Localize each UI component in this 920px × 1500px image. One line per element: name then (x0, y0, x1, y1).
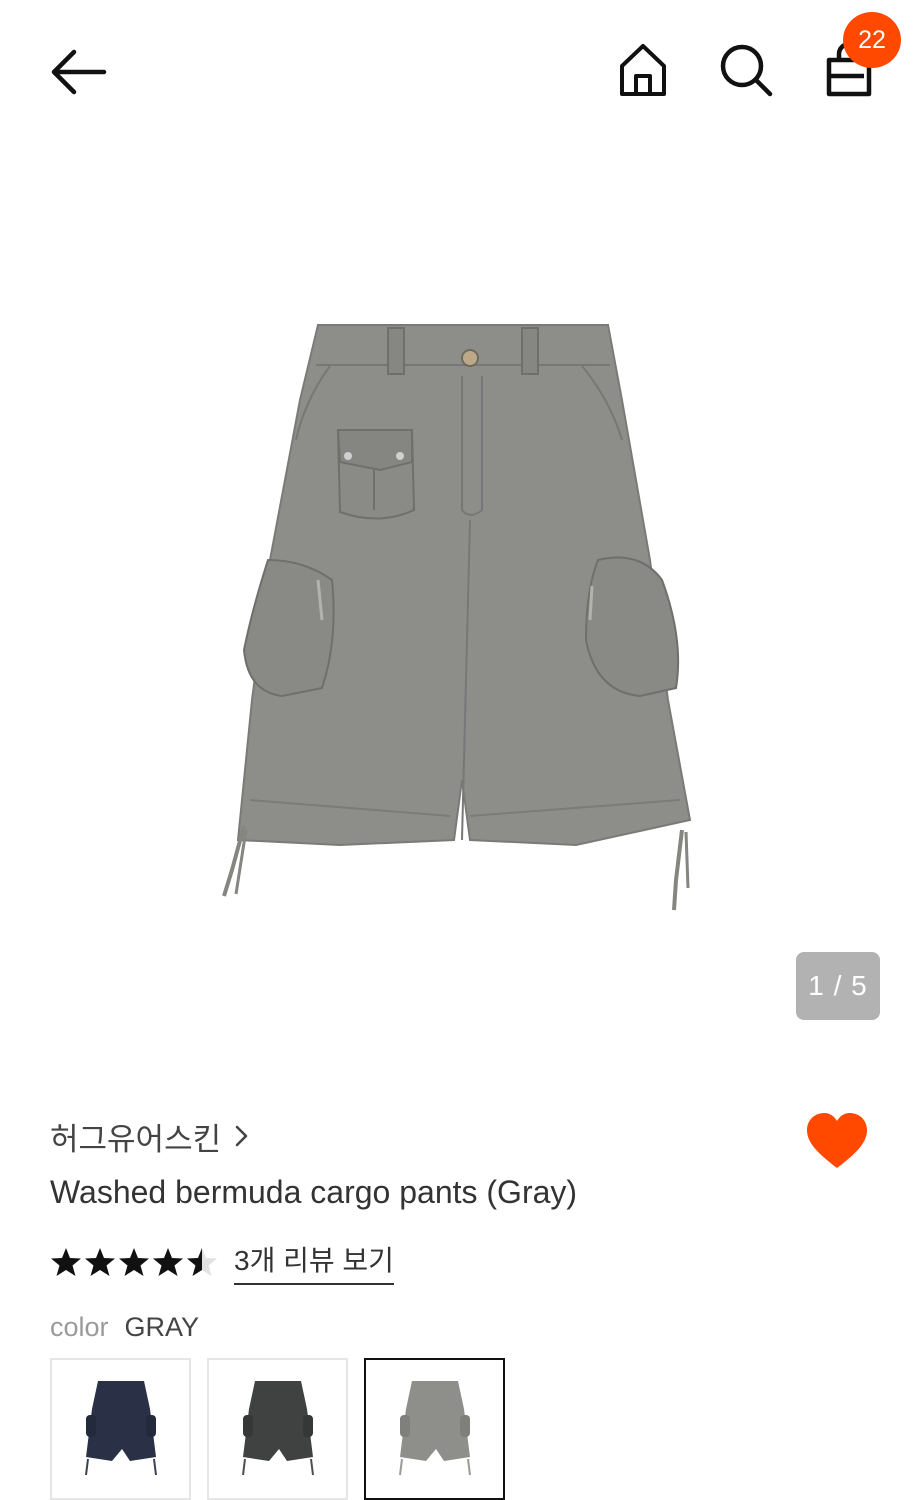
color-selected-value: GRAY (124, 1312, 200, 1342)
image-page-counter: 1 / 5 (796, 952, 880, 1020)
top-bar: 22 (0, 0, 920, 140)
home-icon (620, 44, 666, 96)
star-icon (153, 1248, 183, 1276)
product-thumbnail (84, 1381, 157, 1476)
search-button[interactable] (716, 40, 776, 100)
color-swatch-charcoal[interactable] (207, 1358, 348, 1500)
product-title: Washed bermuda cargo pants (Gray) (50, 1174, 578, 1210)
product-thumbnail (398, 1381, 471, 1476)
reviews-link[interactable]: 3개 리뷰 보기 (234, 1239, 394, 1285)
product-gallery[interactable]: 1 / 5 (0, 140, 920, 1060)
rating-row: 3개 리뷰 보기 (50, 1238, 394, 1286)
color-label: color (50, 1312, 109, 1342)
search-icon (720, 44, 773, 97)
product-thumbnail (241, 1381, 314, 1476)
chevron-right-icon (235, 1125, 248, 1147)
cart-count-badge: 22 (843, 12, 901, 68)
star-icon (119, 1248, 149, 1276)
half-star-icon (187, 1248, 217, 1276)
heart-icon (807, 1113, 867, 1168)
arrow-left-icon (51, 49, 107, 95)
brand-link[interactable]: 허그유어스킨 (50, 1114, 249, 1158)
back-button[interactable] (44, 44, 112, 100)
star-rating (50, 1246, 220, 1278)
color-swatch-navy[interactable] (50, 1358, 191, 1500)
home-button[interactable] (614, 40, 672, 100)
star-icon (51, 1248, 81, 1276)
color-swatches (50, 1358, 521, 1500)
star-icon (85, 1248, 115, 1276)
wishlist-button[interactable] (804, 1110, 870, 1174)
color-option-row: color GRAY (50, 1312, 199, 1343)
brand-name: 허그유어스킨 (50, 1121, 222, 1157)
color-swatch-gray[interactable] (364, 1358, 505, 1500)
product-image[interactable] (0, 140, 920, 1060)
